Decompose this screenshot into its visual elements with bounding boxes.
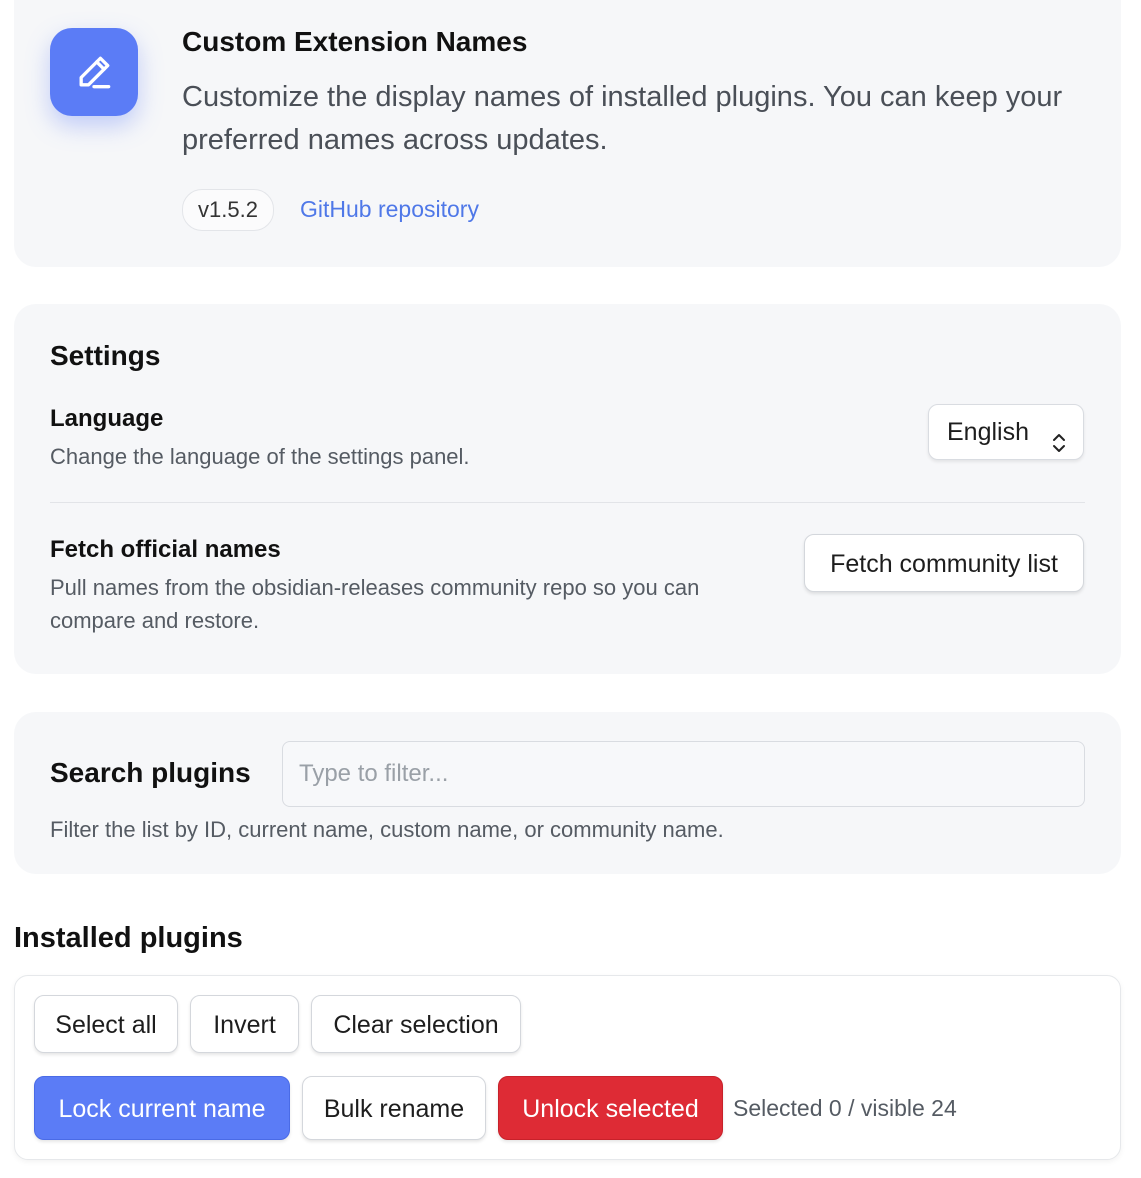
select-all-button[interactable]: Select all bbox=[34, 995, 178, 1053]
search-input[interactable] bbox=[282, 741, 1085, 807]
settings-card: Settings Language Change the language of… bbox=[14, 304, 1121, 674]
pencil-icon bbox=[50, 28, 138, 116]
language-select[interactable]: English bbox=[928, 404, 1084, 460]
clear-selection-button[interactable]: Clear selection bbox=[311, 995, 521, 1053]
language-select-value: English bbox=[947, 418, 1029, 446]
installed-plugins-heading: Installed plugins bbox=[14, 922, 243, 954]
fetch-setting-name: Fetch official names bbox=[50, 536, 281, 563]
lock-current-name-button[interactable]: Lock current name bbox=[34, 1076, 290, 1140]
unlock-selected-button[interactable]: Unlock selected bbox=[498, 1076, 723, 1140]
search-label: Search plugins bbox=[50, 757, 251, 788]
settings-divider bbox=[50, 502, 1085, 503]
language-setting-name: Language bbox=[50, 405, 164, 432]
selection-status: Selected 0 / visible 24 bbox=[733, 1095, 957, 1121]
plugin-header-card: Custom Extension Names Customize the dis… bbox=[14, 0, 1121, 267]
search-hint: Filter the list by ID, current name, cus… bbox=[50, 817, 724, 842]
plugin-description: Customize the display names of installed… bbox=[182, 81, 1063, 156]
plugin-title: Custom Extension Names bbox=[182, 26, 528, 57]
search-card: Search plugins Filter the list by ID, cu… bbox=[14, 712, 1121, 874]
fetch-community-list-button[interactable]: Fetch community list bbox=[804, 534, 1084, 592]
settings-heading: Settings bbox=[50, 340, 161, 371]
github-repository-link[interactable]: GitHub repository bbox=[300, 196, 479, 223]
version-badge: v1.5.2 bbox=[182, 189, 274, 231]
invert-button[interactable]: Invert bbox=[190, 995, 299, 1053]
chevron-up-down-icon bbox=[1051, 420, 1067, 474]
fetch-setting-description: Pull names from the obsidian-releases co… bbox=[50, 575, 700, 633]
bulk-rename-button[interactable]: Bulk rename bbox=[302, 1076, 486, 1140]
installed-plugins-toolbar: Select all Invert Clear selection Lock c… bbox=[14, 975, 1121, 1160]
language-setting-description: Change the language of the settings pane… bbox=[50, 444, 470, 469]
